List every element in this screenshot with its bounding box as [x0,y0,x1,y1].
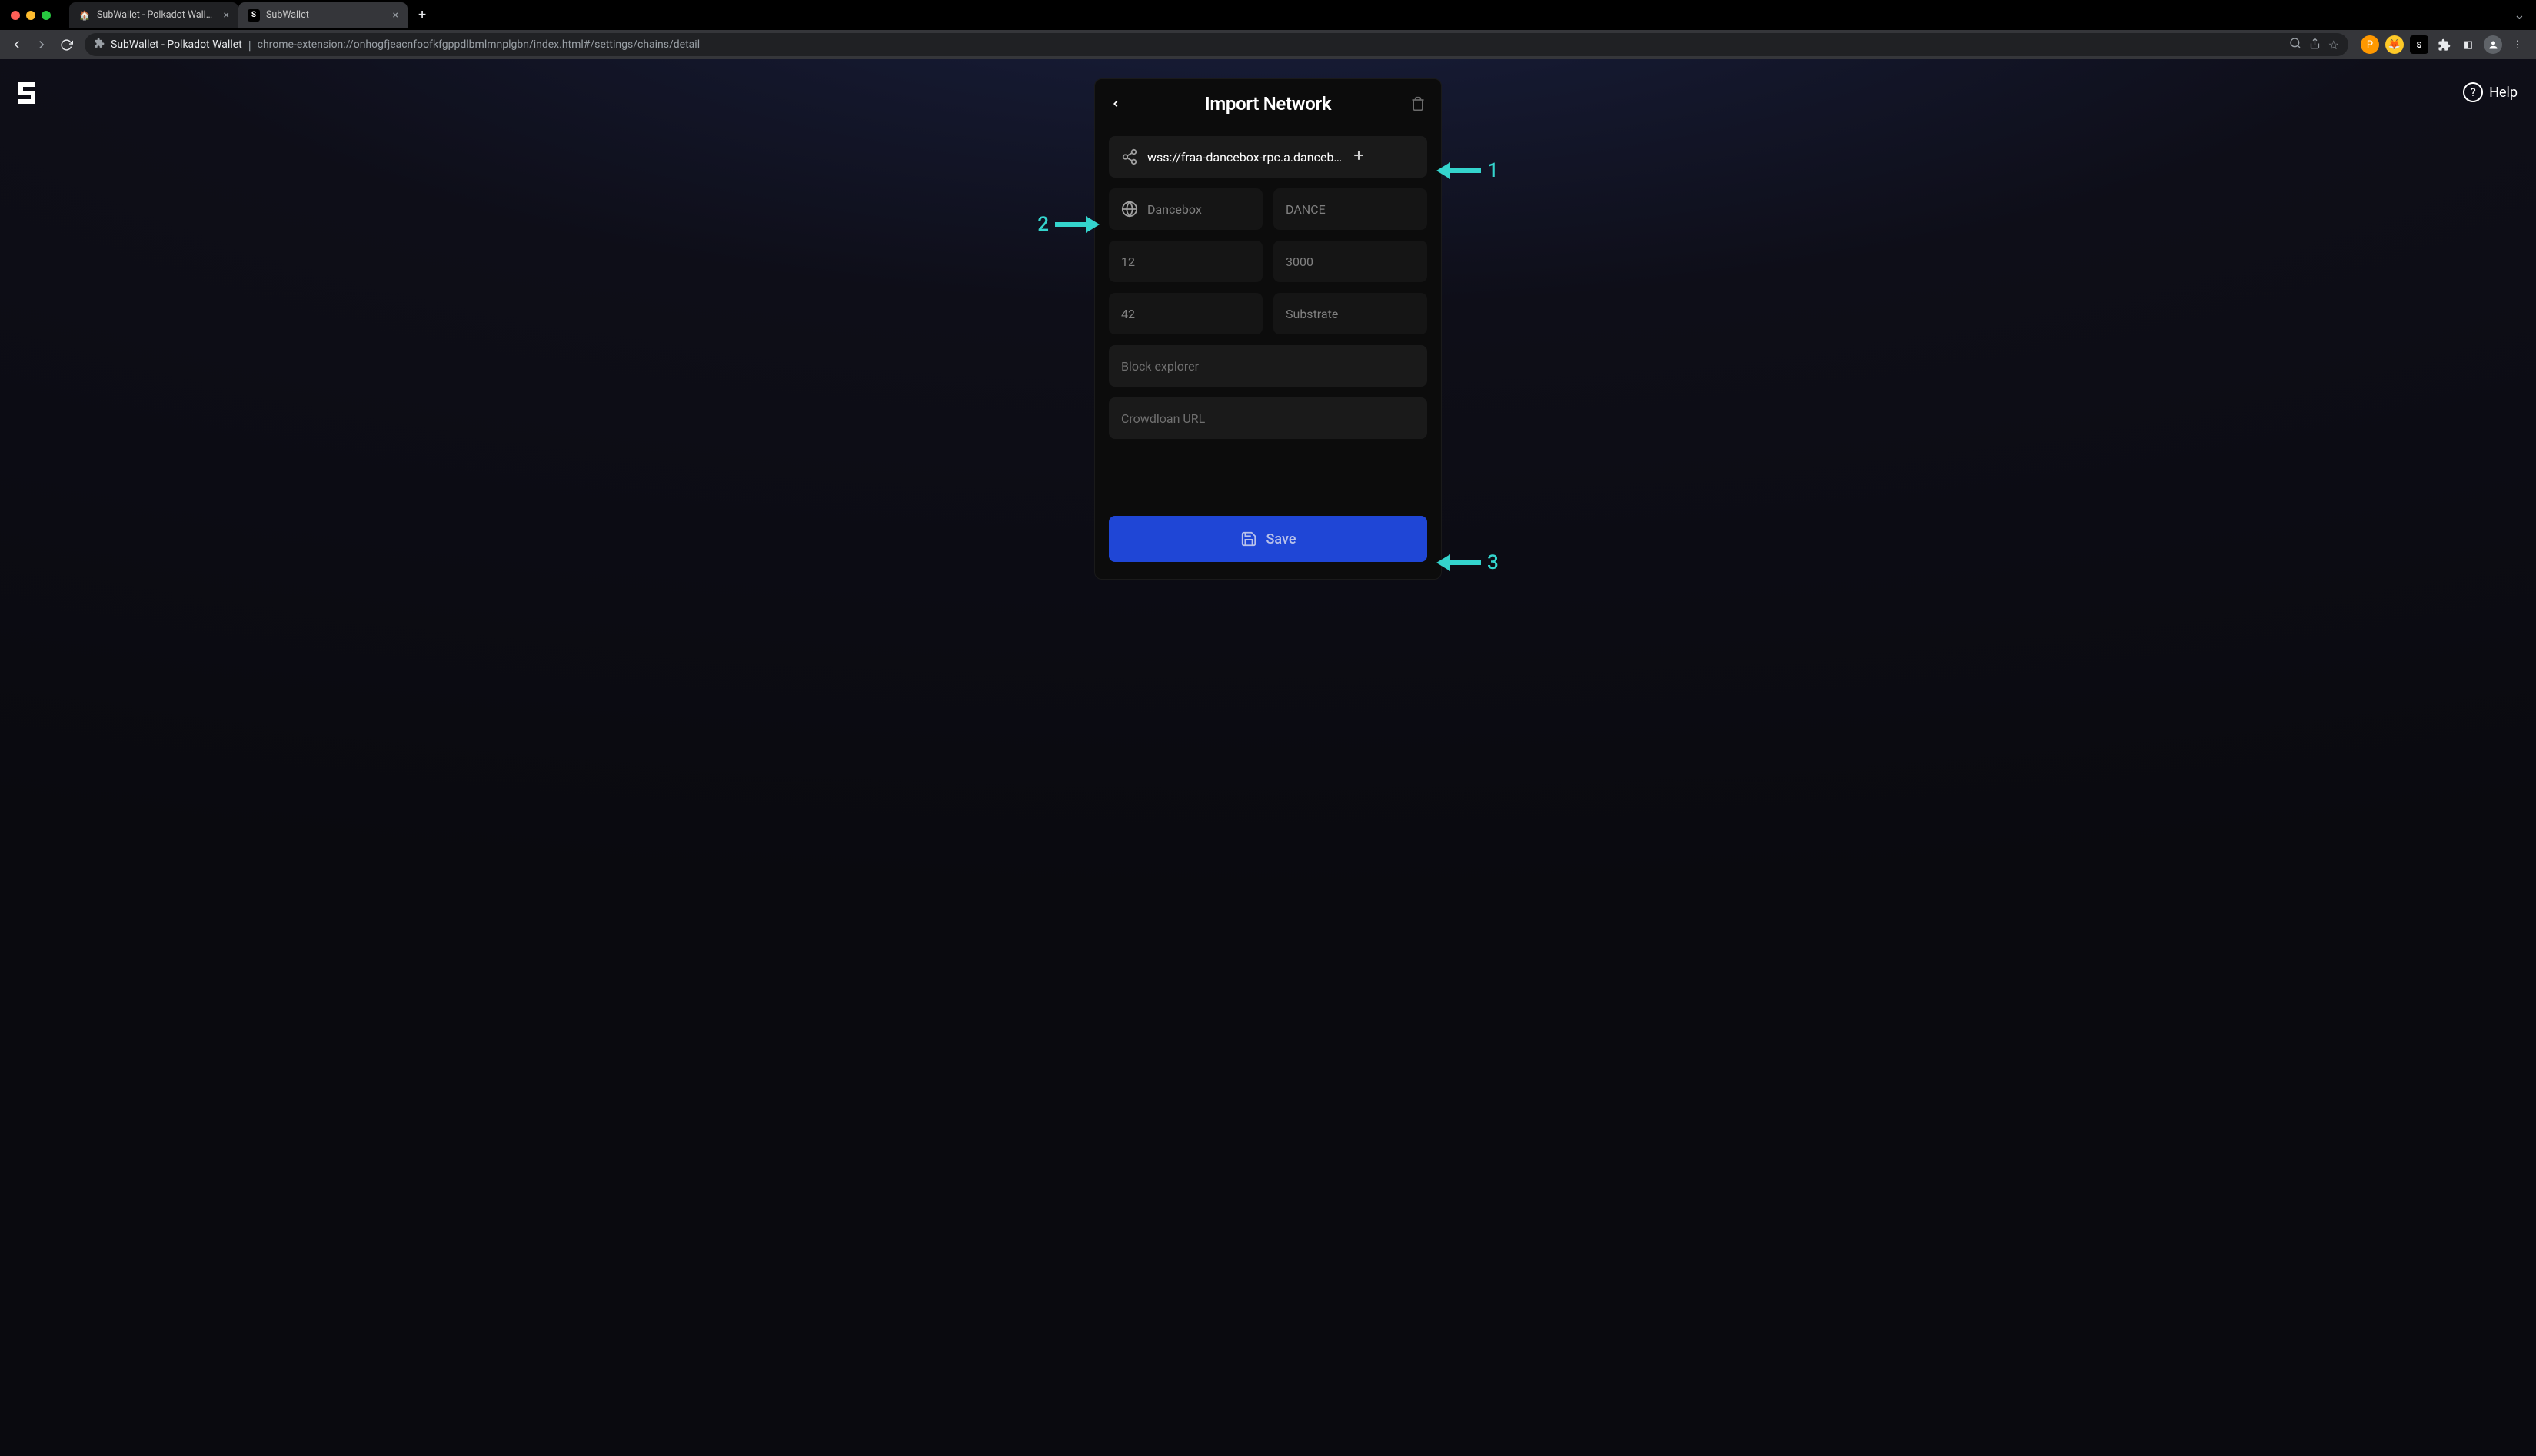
chain-type-field: Substrate [1273,293,1427,334]
profile-button[interactable] [2484,35,2502,54]
add-provider-button[interactable] [1351,148,1366,166]
window-controls [11,11,51,20]
chain-name-field: Dancebox [1109,188,1263,230]
save-button[interactable]: Save [1109,516,1427,562]
sidepanel-button[interactable]: ◧ [2459,35,2478,54]
save-icon [1240,530,1257,547]
provider-url-field[interactable]: wss://fraa-dancebox-rpc.a.danceb… [1109,136,1427,178]
annotation-3: 3 [1449,551,1499,574]
help-icon: ? [2463,82,2483,102]
tab-favicon: S [248,9,260,22]
tab-favicon: 🏠 [78,9,91,22]
address-prefix-value: 42 [1121,307,1135,321]
back-button[interactable] [6,34,28,55]
address-url: chrome-extension://onhogfjeacnfoofkfgppd… [258,38,2283,51]
share-icon[interactable] [2309,38,2321,52]
extension-icon [94,38,105,52]
chain-name-value: Dancebox [1147,202,1202,217]
help-button[interactable]: ? Help [2463,82,2518,102]
window-maximize-button[interactable] [42,11,51,20]
tab-subwallet-extension[interactable]: S SubWallet × [238,2,408,28]
extensions-button[interactable] [2434,35,2453,54]
crowdloan-url-field[interactable] [1109,397,1427,439]
new-tab-button[interactable]: + [408,7,437,23]
ext-icon-1[interactable]: P [2361,35,2379,54]
zoom-icon[interactable] [2289,37,2301,52]
tab-subwallet-site[interactable]: 🏠 SubWallet - Polkadot Wallet - × [69,2,238,28]
reload-button[interactable] [55,34,77,55]
annotation-label: 1 [1487,159,1499,182]
provider-url-value: wss://fraa-dancebox-rpc.a.danceb… [1147,150,1342,165]
bookmark-icon[interactable]: ☆ [2328,38,2339,52]
globe-icon [1121,201,1138,218]
window-close-button[interactable] [11,11,20,20]
forward-button[interactable] [31,34,52,55]
tab-overflow-button[interactable]: ⌄ [2514,7,2525,23]
token-symbol-value: DANCE [1286,202,1326,217]
help-label: Help [2489,85,2518,101]
annotation-label: 2 [1037,213,1049,236]
decimals-value: 12 [1121,254,1135,269]
delete-button[interactable] [1403,95,1426,112]
token-symbol-field: DANCE [1273,188,1427,230]
address-prefix-field: 42 [1109,293,1263,334]
block-explorer-field[interactable] [1109,345,1427,387]
decimals-field: 12 [1109,241,1263,282]
crowdloan-url-input[interactable] [1121,411,1415,426]
chain-id-field: 3000 [1273,241,1427,282]
browser-toolbar: SubWallet - Polkadot Wallet | chrome-ext… [0,30,2536,59]
address-app-title: SubWallet - Polkadot Wallet [111,38,242,51]
ext-icon-2[interactable]: 🦊 [2385,35,2404,54]
block-explorer-input[interactable] [1121,359,1415,374]
annotation-2: 2 [1037,213,1087,236]
modal-back-button[interactable] [1110,95,1133,112]
save-label: Save [1266,531,1296,547]
annotation-label: 3 [1487,551,1499,574]
address-bar[interactable]: SubWallet - Polkadot Wallet | chrome-ext… [85,33,2348,56]
app-logo [18,82,35,107]
window-minimize-button[interactable] [26,11,35,20]
menu-button[interactable]: ⋮ [2508,35,2527,54]
share-nodes-icon [1121,148,1138,165]
tab-title: SubWallet - Polkadot Wallet - [97,9,218,21]
app-body: ? Help Import Network wss://fraa-dancebo… [0,59,2536,1456]
annotation-1: 1 [1449,159,1499,182]
modal-title: Import Network [1205,93,1331,115]
import-network-modal: Import Network wss://fraa-dancebox-rpc.a… [1094,78,1442,580]
tab-title: SubWallet [266,9,387,21]
chain-type-value: Substrate [1286,307,1338,321]
chain-id-value: 3000 [1286,254,1313,269]
browser-tab-bar: 🏠 SubWallet - Polkadot Wallet - × S SubW… [0,0,2536,30]
tab-close-button[interactable]: × [224,9,229,22]
ext-icon-3[interactable]: S [2410,35,2428,54]
tab-close-button[interactable]: × [393,9,398,22]
